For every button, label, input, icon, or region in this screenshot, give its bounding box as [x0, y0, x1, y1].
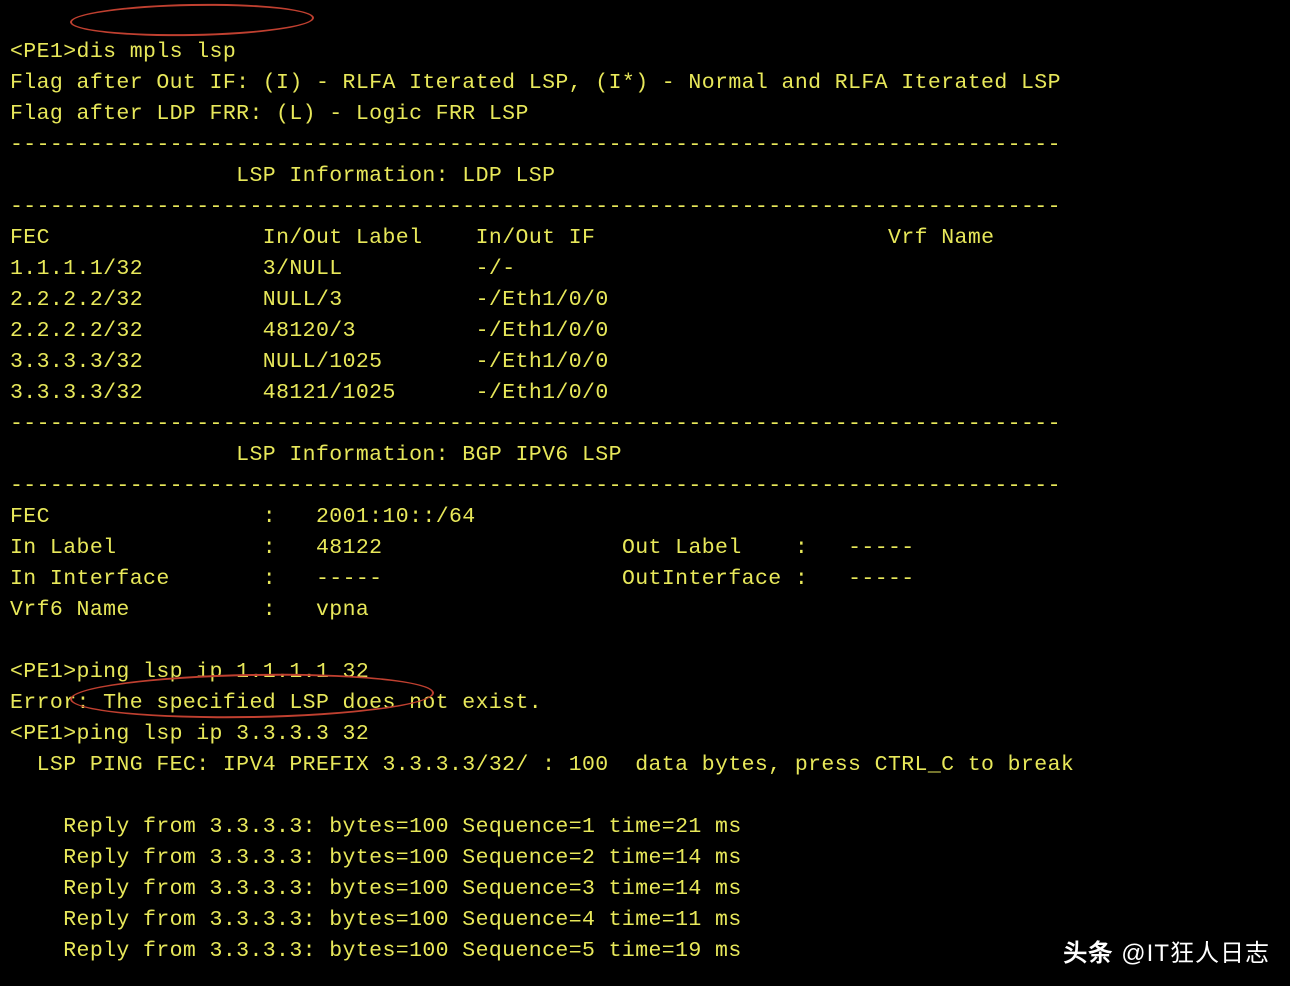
- section-header-bgp: LSP Information: BGP IPV6 LSP: [10, 443, 622, 467]
- bgp-inif-value: -----: [316, 567, 383, 591]
- bgp-outif-label: OutInterface: [622, 567, 782, 591]
- ping-header: LSP PING FEC: IPV4 PREFIX 3.3.3.3/32/ : …: [10, 753, 1074, 777]
- divider: ----------------------------------------…: [10, 412, 1061, 436]
- command-dis-mpls-lsp: dis mpls lsp: [77, 40, 237, 64]
- lsp-row-if: -/Eth1/0/0: [476, 381, 609, 405]
- bgp-outif-value: -----: [848, 567, 915, 591]
- bgp-outlabel-value: -----: [848, 536, 915, 560]
- ping-reply: Reply from 3.3.3.3: bytes=100 Sequence=2…: [10, 846, 742, 870]
- lsp-row-label: 48121/1025: [263, 381, 396, 405]
- lsp-row-fec: 2.2.2.2/32: [10, 288, 143, 312]
- lsp-row-if: -/Eth1/0/0: [476, 288, 609, 312]
- prompt: <PE1>: [10, 40, 77, 64]
- lsp-row-label: 48120/3: [263, 319, 356, 343]
- ping-reply: Reply from 3.3.3.3: bytes=100 Sequence=3…: [10, 877, 742, 901]
- prompt: <PE1>: [10, 660, 77, 684]
- ping-error: Error: The specified LSP does not exist.: [10, 691, 542, 715]
- lsp-row-fec: 2.2.2.2/32: [10, 319, 143, 343]
- watermark: 头条 @IT狂人日志: [1063, 933, 1270, 968]
- lsp-row-label: NULL/1025: [263, 350, 383, 374]
- bgp-inif-label: In Interface: [10, 567, 170, 591]
- lsp-row-label: NULL/3: [263, 288, 343, 312]
- section-header-ldp: LSP Information: LDP LSP: [10, 164, 555, 188]
- lsp-row-fec: 1.1.1.1/32: [10, 257, 143, 281]
- bgp-fec-value: 2001:10::/64: [316, 505, 476, 529]
- lsp-row-if: -/Eth1/0/0: [476, 319, 609, 343]
- lsp-row-fec: 3.3.3.3/32: [10, 381, 143, 405]
- lsp-row-if: -/-: [476, 257, 516, 281]
- lsp-row-if: -/Eth1/0/0: [476, 350, 609, 374]
- ping-reply: Reply from 3.3.3.3: bytes=100 Sequence=4…: [10, 908, 742, 932]
- command-ping-2: ping lsp ip 3.3.3.3 32: [77, 722, 370, 746]
- divider: ----------------------------------------…: [10, 195, 1061, 219]
- col-header-label: In/Out Label: [263, 226, 423, 250]
- bgp-vrf6-value: vpna: [316, 598, 369, 622]
- col-header-vrf: Vrf Name: [888, 226, 994, 250]
- lsp-row-fec: 3.3.3.3/32: [10, 350, 143, 374]
- bgp-inlabel-label: In Label: [10, 536, 116, 560]
- bgp-fec-label: FEC: [10, 505, 50, 529]
- bgp-inlabel-value: 48122: [316, 536, 383, 560]
- divider: ----------------------------------------…: [10, 474, 1061, 498]
- bgp-outlabel-label: Out Label: [622, 536, 742, 560]
- watermark-handle: @IT狂人日志: [1121, 933, 1270, 968]
- command-ping-1: ping lsp ip 1.1.1.1 32: [77, 660, 370, 684]
- ping-reply: Reply from 3.3.3.3: bytes=100 Sequence=1…: [10, 815, 742, 839]
- col-header-fec: FEC: [10, 226, 50, 250]
- prompt: <PE1>: [10, 722, 77, 746]
- col-header-if: In/Out IF: [476, 226, 596, 250]
- flag-line-2: Flag after LDP FRR: (L) - Logic FRR LSP: [10, 102, 529, 126]
- bgp-vrf6-label: Vrf6 Name: [10, 598, 130, 622]
- watermark-brand: 头条: [1063, 933, 1113, 968]
- lsp-row-label: 3/NULL: [263, 257, 343, 281]
- flag-line-1: Flag after Out IF: (I) - RLFA Iterated L…: [10, 71, 1061, 95]
- divider: ----------------------------------------…: [10, 133, 1061, 157]
- terminal-output: <PE1>dis mpls lsp Flag after Out IF: (I)…: [0, 0, 1290, 973]
- ping-reply: Reply from 3.3.3.3: bytes=100 Sequence=5…: [10, 939, 742, 963]
